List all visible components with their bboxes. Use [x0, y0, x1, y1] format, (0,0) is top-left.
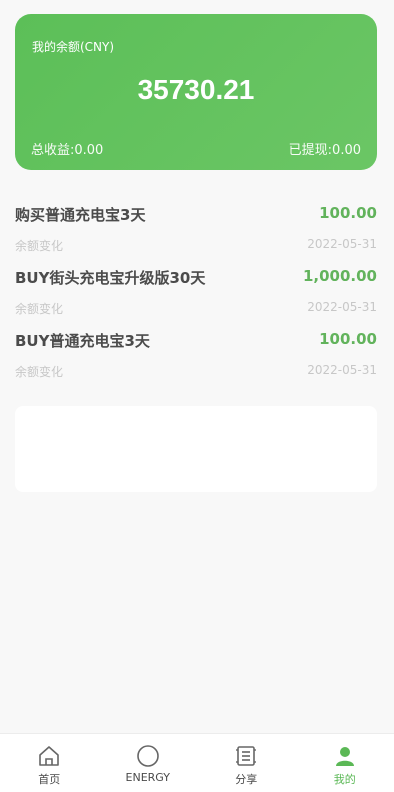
- home-icon: [39, 746, 60, 766]
- balance-label: 我的余额(CNY): [32, 40, 115, 54]
- record-type: 余额变化: [15, 365, 64, 379]
- list-item[interactable]: BUY普通充电宝3天 100.00 余额变化 2022-05-31: [15, 322, 377, 385]
- total-earnings: 总收益:0.00: [31, 143, 104, 158]
- balance-records-list: 购买普通充电宝3天 100.00 余额变化 2022-05-31 BUY街头充电…: [15, 196, 377, 385]
- tab-label: ENERGY: [125, 771, 170, 784]
- record-type: 余额变化: [15, 239, 64, 253]
- record-amount: 100.00: [319, 330, 377, 348]
- tab-home[interactable]: 首页: [0, 734, 99, 792]
- record-title: 购买普通充电宝3天: [15, 206, 146, 224]
- record-title: BUY街头充电宝升级版30天: [15, 269, 206, 287]
- circle-icon: [136, 745, 159, 767]
- tab-label: 首页: [38, 773, 61, 786]
- tab-label: 我的: [333, 773, 356, 786]
- record-date: 2022-05-31: [307, 363, 377, 377]
- share-icon: [236, 746, 257, 766]
- list-item[interactable]: 购买普通充电宝3天 100.00 余额变化 2022-05-31: [15, 196, 377, 259]
- bottom-tab-bar: 首页 ENERGY 分享 我的: [0, 733, 394, 792]
- tab-energy[interactable]: ENERGY: [99, 734, 198, 792]
- tab-label: 分享: [235, 773, 258, 786]
- record-date: 2022-05-31: [307, 300, 377, 314]
- record-date: 2022-05-31: [307, 237, 377, 251]
- tab-share[interactable]: 分享: [197, 734, 296, 792]
- record-title: BUY普通充电宝3天: [15, 332, 150, 350]
- list-item[interactable]: BUY街头充电宝升级版30天 1,000.00 余额变化 2022-05-31: [15, 259, 377, 322]
- withdrawn-amount: 已提现:0.00: [288, 143, 361, 158]
- record-type: 余额变化: [15, 302, 64, 316]
- record-amount: 1,000.00: [302, 267, 377, 285]
- user-icon: [335, 747, 354, 766]
- tab-mine[interactable]: 我的: [296, 734, 394, 792]
- record-amount: 100.00: [319, 204, 377, 222]
- balance-card: 我的余额(CNY) 35730.21 总收益:0.00 已提现:0.00: [15, 14, 377, 170]
- balance-amount: 35730.21: [137, 74, 255, 105]
- empty-card: [15, 406, 377, 492]
